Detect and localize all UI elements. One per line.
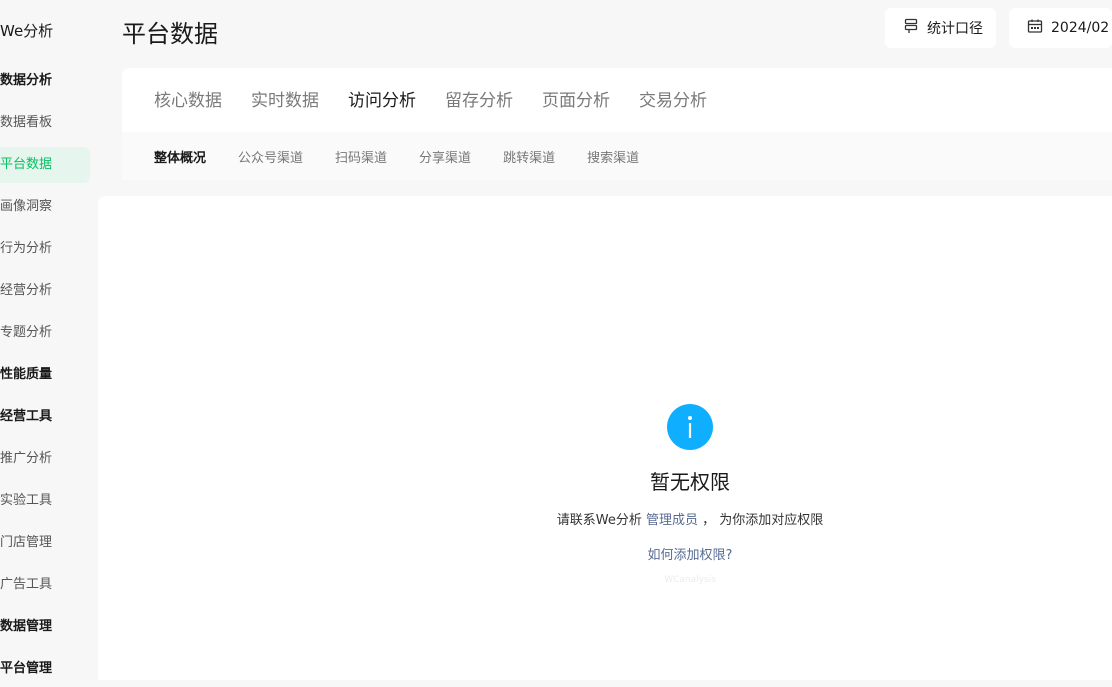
subtab-overview[interactable]: 整体概况 [154,147,206,166]
sidebar-item-data-management[interactable]: 数据管理 [0,609,90,645]
sidebar-item-ad-tools[interactable]: 广告工具 [0,567,90,603]
sidebar-item-store[interactable]: 门店管理 [0,525,90,561]
stats-scope-button[interactable]: 统计口径 [885,8,996,48]
filter-icon [903,18,927,38]
tab-page-analysis[interactable]: 页面分析 [542,90,610,112]
stats-scope-label: 统计口径 [927,21,983,37]
sidebar: We分析 数据分析 数据看板 平台数据 画像洞察 行为分析 经营分析 专题分析 … [0,0,98,680]
page-title: 平台数据 [122,20,218,48]
sidebar-item-operation-tools[interactable]: 经营工具 [0,399,90,435]
watermark-text: WCanalysis [664,575,716,585]
date-picker-button[interactable]: 2024/02 [1009,8,1112,48]
sidebar-item-experiment[interactable]: 实验工具 [0,483,90,519]
sidebar-item-behavior[interactable]: 行为分析 [0,231,90,267]
tab-transaction-analysis[interactable]: 交易分析 [639,90,707,112]
desc-suffix: ， 为你添加对应权限 [702,513,824,528]
tab-core-data[interactable]: 核心数据 [154,90,222,112]
manage-members-link[interactable]: 管理成员 [646,513,698,528]
empty-state-description: 请联系We分析 管理成员 ， 为你添加对应权限 [500,509,880,528]
sidebar-item-dashboard[interactable]: 数据看板 [0,105,90,141]
subtab-jump[interactable]: 跳转渠道 [503,147,555,166]
empty-state-title: 暂无权限 [650,470,730,494]
tab-realtime-data[interactable]: 实时数据 [251,90,319,112]
sidebar-item-performance[interactable]: 性能质量 [0,357,90,393]
sidebar-item-platform-data[interactable]: 平台数据 [0,147,90,183]
sub-tabs: 整体概况 公众号渠道 扫码渠道 分享渠道 跳转渠道 搜索渠道 [122,132,1112,180]
subtab-qr-code[interactable]: 扫码渠道 [335,147,387,166]
main-tabs: 核心数据 实时数据 访问分析 留存分析 页面分析 交易分析 [154,90,736,112]
subtab-official-account[interactable]: 公众号渠道 [238,147,303,166]
content-panel [98,196,1112,680]
tabs-card: 核心数据 实时数据 访问分析 留存分析 页面分析 交易分析 整体概况 公众号渠道… [122,68,1112,180]
how-to-add-permission-link[interactable]: 如何添加权限? [590,544,790,563]
desc-prefix: 请联系We分析 [556,513,642,528]
subtab-search[interactable]: 搜索渠道 [587,147,639,166]
date-label: 2024/02 [1051,20,1110,36]
sidebar-item-platform-management[interactable]: 平台管理 [0,651,90,687]
sidebar-item-operation[interactable]: 经营分析 [0,273,90,309]
brand-title: We分析 [0,22,54,40]
sidebar-item-topic[interactable]: 专题分析 [0,315,90,351]
sidebar-item-promotion[interactable]: 推广分析 [0,441,90,477]
tab-visit-analysis[interactable]: 访问分析 [348,90,416,112]
calendar-icon [1027,18,1051,38]
info-icon [667,404,713,450]
sidebar-item-portrait[interactable]: 画像洞察 [0,189,90,225]
subtab-share[interactable]: 分享渠道 [419,147,471,166]
sidebar-item-data-analysis[interactable]: 数据分析 [0,63,90,99]
tab-retention-analysis[interactable]: 留存分析 [445,90,513,112]
